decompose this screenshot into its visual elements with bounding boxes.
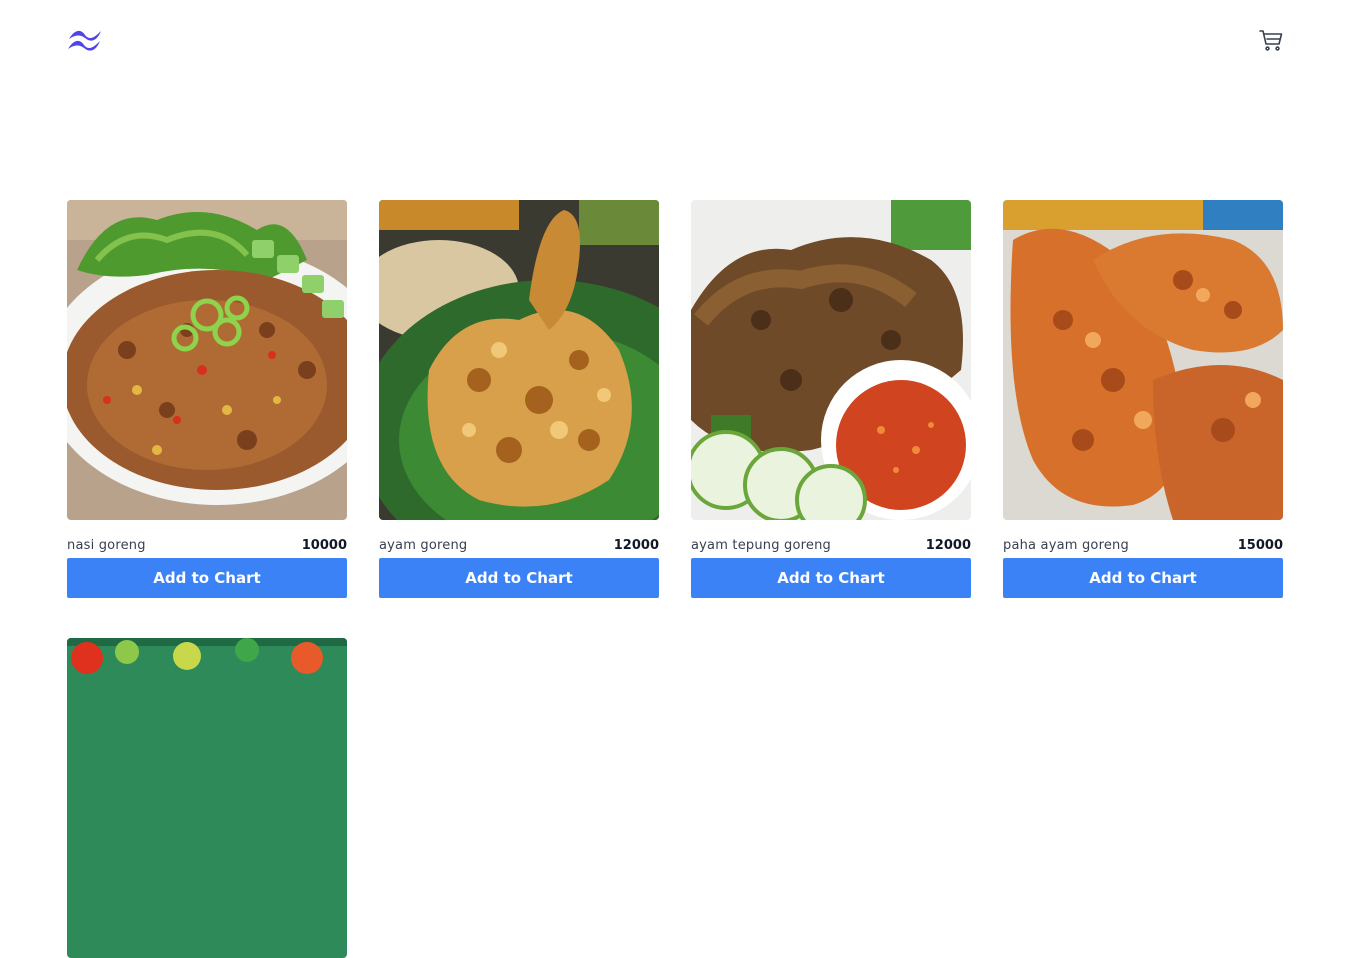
product-card: ayam tepung goreng 12000 Add to Chart	[691, 200, 971, 598]
fried-rice-photo[interactable]	[67, 200, 347, 520]
product-grid: nasi goreng 10000 Add to Chart ayam gore…	[67, 200, 1283, 958]
product-card: paha ayam goreng 15000 Add to Chart	[1003, 200, 1283, 598]
product-name: nasi goreng	[67, 538, 146, 553]
shopping-cart-icon[interactable]	[1258, 28, 1284, 52]
chicken-drumsticks-photo[interactable]	[1003, 200, 1283, 520]
product-price: 12000	[613, 538, 659, 553]
add-to-chart-button[interactable]: Add to Chart	[67, 558, 347, 598]
product-name: paha ayam goreng	[1003, 538, 1129, 553]
tailwind-logo-icon[interactable]	[67, 27, 103, 53]
product-price: 10000	[301, 538, 347, 553]
chicken-with-sambal-photo[interactable]	[691, 200, 971, 520]
site-header	[0, 0, 1349, 80]
product-card: nasi goreng 10000 Add to Chart	[67, 200, 347, 598]
product-card	[67, 638, 347, 958]
add-to-chart-button[interactable]: Add to Chart	[691, 558, 971, 598]
fried-chicken-photo[interactable]	[379, 200, 659, 520]
add-to-chart-button[interactable]: Add to Chart	[379, 558, 659, 598]
product-name: ayam goreng	[379, 538, 468, 553]
add-to-chart-button[interactable]: Add to Chart	[1003, 558, 1283, 598]
product-card: ayam goreng 12000 Add to Chart	[379, 200, 659, 598]
salad-photo[interactable]	[67, 638, 347, 958]
product-price: 15000	[1237, 538, 1283, 553]
product-name: ayam tepung goreng	[691, 538, 831, 553]
product-price: 12000	[925, 538, 971, 553]
